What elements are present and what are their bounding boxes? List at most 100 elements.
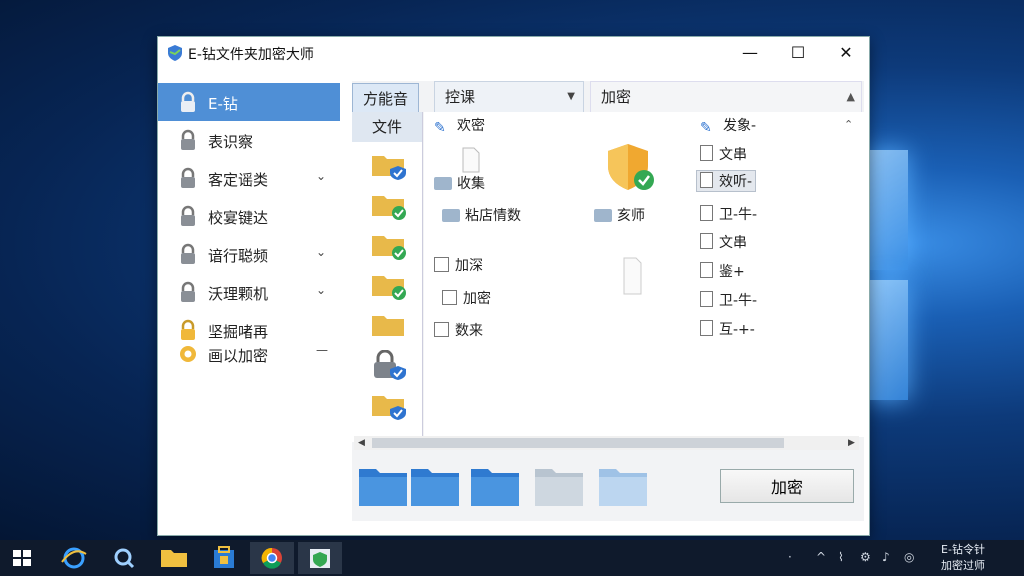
pencil-icon: ✎ (434, 120, 446, 136)
lock-icon (181, 319, 195, 340)
app-window: E-钻文件夹加密大师 — ☐ ✕ E-钻 表识察 客定谣类 ⌄ 校宴键达 谙行聪… (157, 36, 870, 536)
tray-dot-icon: · (788, 550, 792, 564)
column-header-file[interactable]: 文件 (352, 112, 422, 142)
list-item[interactable]: 文串 (700, 144, 747, 164)
list-item[interactable]: 加密 (442, 288, 491, 308)
scrollbar-thumb[interactable] (372, 438, 784, 448)
sidebar-item-e-drill[interactable]: E-钻 (158, 83, 340, 121)
list-item[interactable]: ✎ 发象- (700, 115, 756, 136)
scroll-left-icon[interactable]: ◀ (358, 436, 365, 450)
close-button[interactable]: ✕ (824, 37, 868, 69)
sidebar-item-8[interactable]: 画以加密 — (158, 339, 340, 367)
sidebar-item-3[interactable]: 客定谣类 ⌄ (158, 159, 340, 197)
search-icon[interactable] (102, 542, 146, 574)
horizontal-scrollbar[interactable]: ◀ ▶ (354, 436, 859, 450)
encrypt-button[interactable]: 加密 (720, 469, 854, 503)
file-explorer-icon[interactable] (152, 542, 196, 574)
chevron-down-icon[interactable]: ⌄ (316, 283, 326, 297)
volume-icon[interactable]: ♪ (882, 550, 890, 564)
folder-icon[interactable] (410, 465, 460, 507)
list-item[interactable]: 收集 (434, 173, 485, 193)
sidebar-item-2[interactable]: 表识察 (158, 121, 340, 159)
app-shield-icon[interactable] (298, 542, 342, 574)
tab-function[interactable]: 方能音 (352, 83, 420, 115)
folder-icon (434, 177, 452, 190)
folder-icon (442, 209, 460, 222)
list-item[interactable]: 亥师 (594, 205, 645, 225)
document-icon (700, 320, 713, 336)
sidebar-item-4[interactable]: 校宴键达 (158, 197, 340, 235)
caret-down-icon: ▼ (567, 91, 575, 102)
tab-encrypt[interactable]: 加密 ▲ (590, 81, 862, 113)
title-bar[interactable]: E-钻文件夹加密大师 — ☐ ✕ (158, 37, 869, 69)
folder-icon[interactable] (358, 465, 408, 507)
shield-check-icon (608, 144, 654, 190)
select-dropdown[interactable]: 控课 ▼ (434, 81, 584, 113)
edit-icon (434, 322, 449, 337)
folder-icon[interactable] (470, 465, 520, 507)
folder-icon (594, 209, 612, 222)
list-item[interactable]: 数来 (434, 320, 483, 340)
lock-icon (181, 167, 195, 188)
folder-icon[interactable] (534, 465, 584, 507)
input-method-icon[interactable]: ◎ (904, 550, 914, 564)
sidebar-item-7[interactable]: 坚掘啫再 (158, 311, 340, 341)
store-icon[interactable] (202, 542, 246, 574)
lock-icon (181, 205, 195, 226)
maximize-button[interactable]: ☐ (776, 37, 820, 69)
list-item[interactable]: 加深 (434, 255, 483, 275)
collapse-icon[interactable]: — (316, 343, 328, 357)
minimize-button[interactable]: — (728, 37, 772, 69)
chevron-down-icon[interactable]: ⌄ (316, 169, 326, 183)
window-title: E-钻文件夹加密大师 (188, 47, 314, 63)
list-item[interactable]: 互-+- (700, 319, 755, 339)
clock-line-2: 加密过师 (941, 559, 985, 572)
taskbar: · ^ ⌇ ⚙ ♪ ◎ E-钻令针 加密过师 (0, 540, 1024, 576)
sidebar: E-钻 表识察 客定谣类 ⌄ 校宴键达 谙行聪频 ⌄ 沃理颗机 ⌄ 坚掘啫再 画… (158, 83, 340, 513)
tray-overflow-icon[interactable]: ^ (816, 550, 826, 564)
folder-check-icon[interactable] (370, 230, 408, 260)
clock-line-1: E-钻令针 (941, 543, 985, 556)
windows-start-icon[interactable] (0, 542, 44, 574)
edit-icon (434, 257, 449, 272)
document-icon (700, 233, 713, 249)
list-item[interactable]: 卫-牛- (700, 204, 757, 224)
gear-shield-icon (180, 346, 196, 362)
sidebar-item-5[interactable]: 谙行聪频 ⌄ (158, 235, 340, 273)
select-label: 控课 (445, 88, 476, 106)
list-item[interactable]: 粘店情数 (442, 205, 521, 225)
tab-encrypt-label: 加密 (601, 88, 632, 106)
folder-shield-icon[interactable] (370, 390, 408, 420)
settings-icon[interactable]: ⚙ (860, 550, 871, 564)
list-item[interactable]: 文串 (700, 232, 747, 252)
folder-icon[interactable] (370, 310, 408, 340)
lock-shield-icon[interactable] (370, 350, 408, 380)
chevron-down-icon[interactable]: ⌄ (316, 245, 326, 259)
folder-check-icon[interactable] (370, 270, 408, 300)
document-icon (462, 147, 480, 173)
scroll-right-icon[interactable]: ▶ (848, 436, 855, 450)
chrome-icon[interactable] (250, 542, 294, 574)
list-item[interactable]: 鉴+ (700, 261, 745, 281)
internet-explorer-icon[interactable] (52, 542, 96, 574)
folder-shield-icon[interactable] (370, 150, 408, 180)
taskbar-clock[interactable]: E-钻令针 加密过师 (928, 542, 998, 574)
document-icon (623, 257, 642, 295)
pencil-icon: ✎ (700, 120, 712, 136)
windows-logo (868, 140, 1018, 420)
list-item[interactable]: 卫-牛- (700, 290, 757, 310)
folder-icon[interactable] (598, 465, 648, 507)
sidebar-item-6[interactable]: 沃理颗机 ⌄ (158, 273, 340, 311)
document-icon (700, 172, 713, 188)
scroll-up-icon[interactable]: ⌃ (844, 118, 853, 131)
list-item[interactable]: ✎ 欢密 (434, 115, 485, 136)
lock-icon (181, 281, 195, 302)
document-icon (700, 205, 713, 221)
network-icon[interactable]: ⌇ (838, 550, 844, 564)
folder-check-icon[interactable] (370, 190, 408, 220)
app-shield-icon (168, 45, 182, 61)
list-item-selected[interactable]: 效听- (696, 170, 757, 192)
folder-column: 文件 (352, 112, 423, 442)
document-icon (700, 291, 713, 307)
scroll-up-icon[interactable]: ▲ (847, 82, 855, 112)
